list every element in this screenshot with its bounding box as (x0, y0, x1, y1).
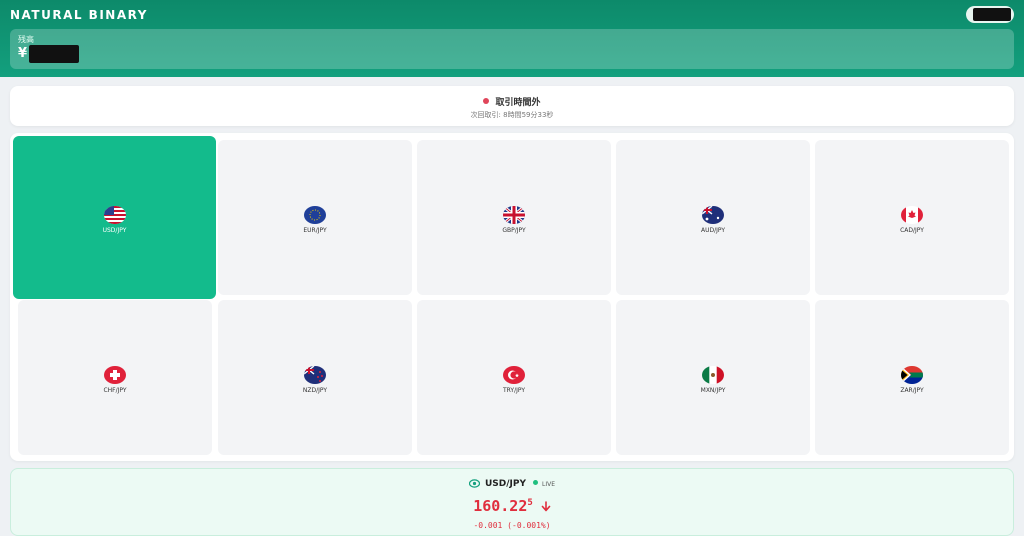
pair-tile-mxnjpy[interactable]: MXN/JPY (616, 300, 810, 455)
live-label: LIVE (542, 481, 556, 488)
pair-label: EUR/JPY (303, 226, 327, 234)
pair-label: ZAR/JPY (900, 386, 924, 394)
pair-label: GBP/JPY (502, 226, 526, 234)
pair-label: CAD/JPY (900, 226, 924, 234)
ch-flag-icon (104, 365, 126, 384)
pair-label: USD/JPY (102, 226, 127, 234)
down-arrow-icon (541, 501, 551, 512)
currency-pair-grid: USD/JPY EUR/JPY GBP/JPY AUD/JPY CAD/JPY … (10, 133, 1014, 461)
nz-flag-icon (304, 365, 326, 384)
pair-tile-cadjpy[interactable]: CAD/JPY (815, 140, 1009, 295)
uk-flag-icon (503, 205, 525, 224)
pair-tile-tryjpy[interactable]: TRY/JPY (417, 300, 611, 455)
ca-flag-icon (901, 205, 923, 224)
balance-card: 残高 ¥ (10, 29, 1014, 69)
eye-icon (468, 479, 480, 488)
price-pip: 5 (527, 498, 533, 508)
us-flag-icon (103, 205, 126, 224)
live-dot-icon (533, 480, 538, 485)
brand-logo: NATURAL BINARY (10, 8, 148, 22)
pair-tile-usdjpy[interactable]: USD/JPY (13, 136, 216, 299)
market-status: 取引時間外 (10, 95, 1014, 108)
price-change: -0.001 (-0.001%) (473, 521, 551, 530)
pair-tile-audjpy[interactable]: AUD/JPY (616, 140, 810, 295)
market-status-title: 取引時間外 (495, 98, 541, 108)
app-header: NATURAL BINARY 残高 ¥ (0, 0, 1024, 77)
pair-tile-eurjpy[interactable]: EUR/JPY (218, 140, 412, 295)
pair-label: AUD/JPY (700, 226, 726, 234)
pair-label: CHF/JPY (103, 386, 127, 394)
currency-symbol: ¥ (18, 46, 28, 61)
price-value: 160.22 (473, 497, 528, 515)
balance-label: 残高 (18, 35, 34, 44)
pair-tile-gbpjpy[interactable]: GBP/JPY (417, 140, 611, 295)
pair-tile-chfjpy[interactable]: CHF/JPY (18, 300, 212, 455)
redacted-username (973, 8, 1011, 21)
pair-label: NZD/JPY (302, 386, 328, 394)
pair-tile-zarjpy[interactable]: ZAR/JPY (815, 300, 1009, 455)
mx-flag-icon (702, 365, 724, 384)
eu-flag-icon (304, 205, 326, 224)
redacted-balance (29, 45, 79, 63)
au-flag-icon (702, 205, 724, 224)
pair-label: MXN/JPY (700, 386, 726, 394)
closed-dot-icon (483, 98, 490, 104)
balance-value: ¥ (18, 46, 27, 61)
price-panel: USD/JPY LIVE 160.225 -0.001 (-0.001%) (10, 468, 1014, 536)
za-flag-icon (901, 365, 923, 384)
pair-tile-nzdjpy[interactable]: NZD/JPY (218, 300, 412, 455)
tr-flag-icon (503, 365, 525, 384)
next-trade-countdown: 次回取引: 8時間59分33秒 (470, 111, 554, 119)
pair-label: TRY/JPY (502, 386, 526, 394)
current-price: 160.225 (11, 497, 1013, 515)
market-status-card: 取引時間外 次回取引: 8時間59分33秒 (10, 86, 1014, 126)
price-header: USD/JPY LIVE (11, 479, 1013, 489)
price-pair-label: USD/JPY (484, 479, 526, 489)
user-menu-button[interactable] (966, 6, 1014, 23)
